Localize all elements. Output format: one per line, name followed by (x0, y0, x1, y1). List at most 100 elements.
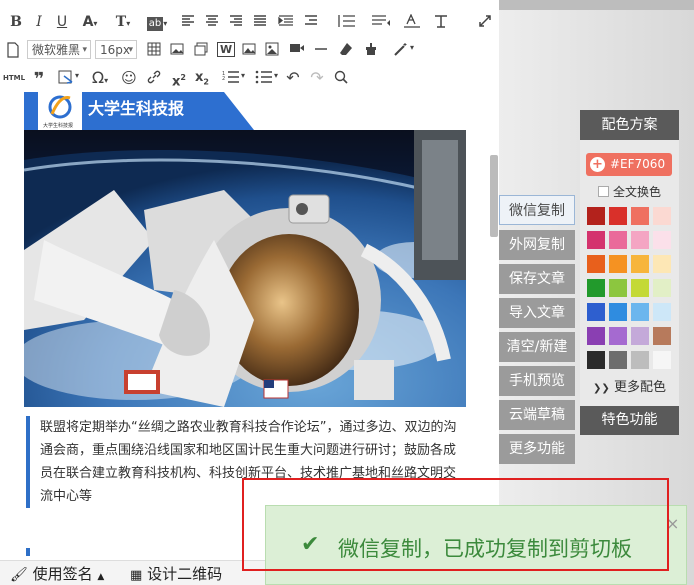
redo-icon[interactable]: ↷ (308, 68, 326, 88)
color-swatch[interactable] (653, 207, 671, 225)
color-swatch[interactable] (587, 231, 605, 249)
svg-text:2: 2 (222, 76, 225, 82)
new-document-icon[interactable] (5, 40, 21, 60)
italic-icon[interactable]: I (31, 12, 47, 32)
underline-icon[interactable]: U (54, 12, 70, 32)
color-swatch[interactable] (631, 255, 649, 273)
table-icon[interactable] (146, 40, 162, 60)
more-colors-button[interactable]: ❯❯ 更多配色 (580, 376, 679, 395)
html-source-icon[interactable]: HTML (3, 68, 25, 88)
color-swatch[interactable] (609, 279, 627, 297)
font-color-icon[interactable]: A▾ (78, 12, 102, 32)
tab-save-article[interactable]: 保存文章 (499, 264, 575, 294)
banner-title: 大学生科技报 (88, 99, 185, 118)
undo-icon[interactable]: ↶ (284, 68, 302, 88)
color-swatch[interactable] (653, 303, 671, 321)
eraser-icon[interactable] (337, 40, 355, 60)
swap-all-colors-checkbox[interactable]: 全文换色 (598, 185, 661, 199)
color-swatch[interactable] (653, 327, 671, 345)
color-swatch[interactable] (587, 303, 605, 321)
blockquote-icon[interactable]: ❞ (31, 68, 47, 90)
align-right-icon[interactable] (228, 12, 244, 32)
color-swatch[interactable] (631, 327, 649, 345)
qrcode-icon: ▦ (130, 568, 143, 583)
swap-all-label: 全文换色 (613, 185, 662, 199)
fullscreen-icon[interactable] (476, 12, 494, 32)
background-color-icon[interactable]: ab ▾ (143, 12, 171, 32)
format-painter-icon[interactable] (363, 40, 379, 60)
design-qrcode-button[interactable]: ▦ 设计二维码 (130, 564, 222, 585)
color-swatch[interactable] (609, 327, 627, 345)
indent-icon[interactable] (276, 12, 296, 32)
color-swatch[interactable] (653, 279, 671, 297)
tab-clear-new[interactable]: 清空/新建 (499, 332, 575, 362)
multi-image-icon[interactable] (193, 40, 209, 60)
chevron-down-icon: ▾ (128, 45, 133, 55)
magic-wand-icon[interactable]: ▾ (388, 40, 414, 60)
color-swatch[interactable] (631, 207, 649, 225)
align-center-icon[interactable] (204, 12, 220, 32)
search-replace-icon[interactable] (332, 68, 350, 88)
color-swatch[interactable] (653, 255, 671, 273)
current-color-picker[interactable]: + #EF7060 (586, 153, 672, 176)
color-swatch[interactable] (587, 327, 605, 345)
current-color-value: #EF7060 (610, 157, 666, 171)
clear-format-icon[interactable] (431, 12, 453, 32)
gallery-icon[interactable] (264, 40, 280, 60)
horizontal-rule-icon[interactable] (313, 40, 329, 60)
align-justify-icon[interactable] (252, 12, 268, 32)
subscript-icon[interactable]: x2 (192, 68, 212, 88)
color-swatch[interactable] (609, 207, 627, 225)
font-size-value: 16px (100, 43, 130, 57)
word-import-icon[interactable]: W (217, 40, 236, 60)
color-swatch[interactable] (609, 255, 627, 273)
tab-wechat-copy[interactable]: 微信复制 (499, 195, 575, 225)
paragraph-spacing-icon[interactable] (368, 12, 394, 32)
color-swatch[interactable] (631, 303, 649, 321)
text-style-icon[interactable]: T▾ (110, 12, 136, 32)
color-scheme-title: 配色方案 (601, 117, 658, 133)
align-left-icon[interactable] (180, 12, 196, 32)
bold-icon[interactable]: B (8, 12, 24, 32)
image-icon[interactable] (169, 40, 185, 60)
tab-external-copy[interactable]: 外网复制 (499, 230, 575, 260)
unordered-list-icon[interactable]: ▾ (250, 68, 278, 88)
color-swatch[interactable] (631, 351, 649, 369)
insert-image-icon[interactable] (241, 40, 257, 60)
special-char-icon[interactable]: Ω▾ (87, 68, 113, 88)
color-swatch[interactable] (609, 303, 627, 321)
tab-label: 清空/新建 (506, 339, 568, 355)
plus-icon: + (590, 157, 605, 172)
special-features-button[interactable]: 特色功能 (580, 406, 679, 435)
link-icon[interactable] (145, 68, 163, 88)
ordered-list-icon[interactable]: 1 2 ▾ (217, 68, 245, 88)
editor-scrollbar[interactable] (490, 155, 498, 237)
color-swatch[interactable] (587, 207, 605, 225)
use-signature-button[interactable]: 🖌 使用签名 ▲ (10, 564, 104, 585)
tab-cloud-draft[interactable]: 云端草稿 (499, 400, 575, 430)
line-height-icon[interactable] (335, 12, 361, 32)
color-swatch[interactable] (653, 231, 671, 249)
superscript-icon[interactable]: x2 (169, 68, 189, 89)
tab-import-article[interactable]: 导入文章 (499, 298, 575, 328)
outdent-icon[interactable] (303, 12, 319, 32)
color-swatch[interactable] (631, 231, 649, 249)
color-swatch[interactable] (631, 279, 649, 297)
color-swatch[interactable] (587, 279, 605, 297)
color-swatch[interactable] (587, 255, 605, 273)
tab-mobile-preview[interactable]: 手机预览 (499, 366, 575, 396)
color-swatch[interactable] (609, 351, 627, 369)
tab-label: 外网复制 (509, 237, 565, 253)
tab-label: 更多功能 (509, 441, 565, 457)
color-swatch[interactable] (587, 351, 605, 369)
chevron-down-icon: ▾ (82, 45, 87, 55)
font-size-select[interactable]: 16px ▾ (95, 40, 137, 59)
font-family-select[interactable]: 微软雅黑 ▾ (27, 40, 91, 59)
color-swatch[interactable] (609, 231, 627, 249)
color-swatch[interactable] (653, 351, 671, 369)
link-box-icon[interactable]: ▾ (53, 68, 79, 88)
video-icon[interactable] (288, 40, 306, 60)
letter-spacing-icon[interactable] (400, 12, 426, 32)
tab-more-functions[interactable]: 更多功能 (499, 434, 575, 464)
emoji-icon[interactable]: ☺ (120, 68, 138, 88)
